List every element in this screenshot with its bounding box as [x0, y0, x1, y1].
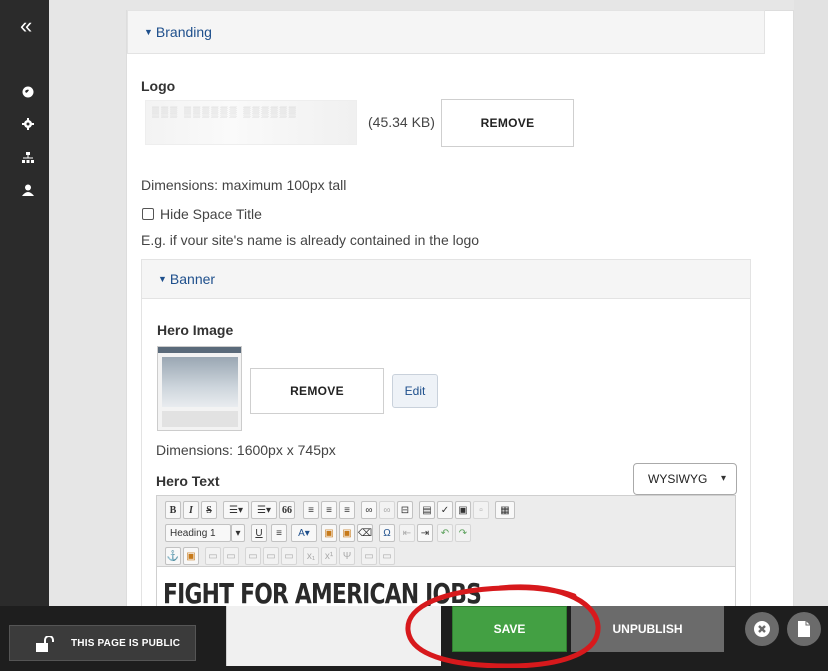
paste-word-icon[interactable]: ▣	[339, 524, 355, 542]
preview-icon[interactable]: ▭	[379, 547, 395, 565]
align-center-icon[interactable]: ≡	[321, 501, 337, 519]
outdent-icon[interactable]: ⇤	[399, 524, 415, 542]
caret-down-icon: ▼	[158, 274, 167, 284]
logo-image-icon: ▒▒▒ ▒▒▒▒▒▒ ▒▒▒▒▒▒	[152, 107, 298, 118]
iframe-icon[interactable]: ▭	[223, 547, 239, 565]
italic-button[interactable]: I	[183, 501, 199, 519]
format-dropdown-icon[interactable]: ▾	[231, 524, 245, 542]
branding-section-header[interactable]: ▼ Branding	[127, 10, 765, 54]
hero-text-label: Hero Text	[156, 473, 220, 489]
blockquote-button[interactable]: 66	[279, 501, 295, 519]
anchor-icon[interactable]: ⚓	[165, 547, 181, 565]
image-icon[interactable]: ▣	[455, 501, 471, 519]
template-icon[interactable]: ▤	[419, 501, 435, 519]
remove-hero-image-button[interactable]: REMOVE	[250, 368, 384, 414]
collapse-sidebar-icon[interactable]: «	[20, 15, 32, 37]
banner-header-label: Banner	[169, 271, 216, 287]
banner-section-header[interactable]: ▼ Banner	[141, 259, 751, 299]
caret-down-icon: ▼	[144, 27, 153, 37]
strikethrough-button[interactable]: S	[201, 501, 217, 519]
unlocked-icon	[36, 636, 54, 652]
numbered-list-icon[interactable]: ☰▾	[251, 501, 277, 519]
page-public-label: THIS PAGE IS PUBLIC	[71, 638, 181, 649]
table-icon[interactable]: ▦	[495, 501, 515, 519]
justify-icon[interactable]: ≡	[271, 524, 287, 542]
bold-button[interactable]: B	[165, 501, 181, 519]
bottom-bar-spacer	[226, 606, 441, 666]
hide-space-title-checkbox[interactable]	[142, 208, 154, 220]
hide-title-help-text: E.g. if vour site's name is already cont…	[141, 232, 480, 248]
remove-format-icon[interactable]: ⌫	[357, 524, 373, 542]
spellcheck-icon[interactable]: ✓	[437, 501, 453, 519]
unlink-icon[interactable]: ∞	[379, 501, 395, 519]
hero-image-label: Hero Image	[157, 322, 234, 338]
chevron-down-icon: ▾	[720, 473, 726, 484]
indent-icon[interactable]: ⇥	[417, 524, 433, 542]
logo-thumbnail: ▒▒▒ ▒▒▒▒▒▒ ▒▒▒▒▒▒	[145, 100, 357, 145]
user-icon[interactable]	[22, 184, 34, 196]
gear-icon[interactable]	[22, 118, 34, 130]
source-icon[interactable]: ▭	[361, 547, 377, 565]
logo-file-size: (45.34 KB)	[368, 114, 435, 130]
editor-mode-select[interactable]: WYSIWYG ▾	[633, 463, 737, 495]
close-icon	[754, 621, 770, 637]
cell-props-icon[interactable]: ▭	[263, 547, 279, 565]
left-gutter	[49, 0, 126, 671]
bulleted-list-icon[interactable]: ☰▾	[223, 501, 249, 519]
underline-button[interactable]: U	[251, 524, 267, 542]
edit-hero-image-button[interactable]: Edit	[392, 374, 438, 408]
editor-mode-value: WYSIWYG	[648, 472, 708, 486]
symbol-icon[interactable]: Ψ	[339, 547, 355, 565]
sitemap-icon[interactable]	[22, 152, 34, 164]
hero-image-thumbnail	[157, 346, 242, 431]
page-info-button[interactable]	[787, 612, 821, 646]
link-icon[interactable]: ∞	[361, 501, 377, 519]
table-props-icon[interactable]: ▭	[245, 547, 261, 565]
page-public-indicator[interactable]: THIS PAGE IS PUBLIC	[9, 625, 196, 661]
subscript-icon[interactable]: x₁	[303, 547, 319, 565]
flash-icon[interactable]: ▫	[473, 501, 489, 519]
left-sidebar: «	[0, 0, 49, 671]
wysiwyg-toolbar: B I S ☰▾ ☰▾ 66 ≡ ≡ ≡ ∞ ∞ ⊟ ▤ ✓ ▣ ▫ ▦ Hea…	[156, 495, 736, 567]
hide-space-title-label: Hide Space Title	[160, 206, 262, 222]
unpublish-button[interactable]: UNPUBLISH	[571, 606, 724, 652]
align-left-icon[interactable]: ≡	[303, 501, 319, 519]
hero-dimensions: Dimensions: 1600px x 745px	[156, 442, 336, 458]
document-icon	[798, 621, 810, 637]
globe-icon[interactable]	[22, 86, 34, 98]
remove-logo-button[interactable]: REMOVE	[441, 99, 574, 147]
text-color-icon[interactable]: A▾	[291, 524, 317, 542]
save-button[interactable]: SAVE	[452, 606, 567, 652]
redo-icon[interactable]: ↷	[455, 524, 471, 542]
close-button[interactable]	[745, 612, 779, 646]
div-icon[interactable]: ▭	[205, 547, 221, 565]
special-char-button[interactable]: Ω	[379, 524, 395, 542]
media-icon[interactable]: ▣	[183, 547, 199, 565]
undo-icon[interactable]: ↶	[437, 524, 453, 542]
row-props-icon[interactable]: ▭	[281, 547, 297, 565]
page-break-icon[interactable]: ⊟	[397, 501, 413, 519]
format-select[interactable]: Heading 1	[165, 524, 231, 542]
branding-header-label: Branding	[155, 24, 212, 40]
paste-icon[interactable]: ▣	[321, 524, 337, 542]
superscript-icon[interactable]: x¹	[321, 547, 337, 565]
logo-label: Logo	[141, 78, 176, 94]
right-gutter	[794, 0, 828, 671]
align-right-icon[interactable]: ≡	[339, 501, 355, 519]
logo-dimensions-note: Dimensions: maximum 100px tall	[141, 177, 347, 193]
